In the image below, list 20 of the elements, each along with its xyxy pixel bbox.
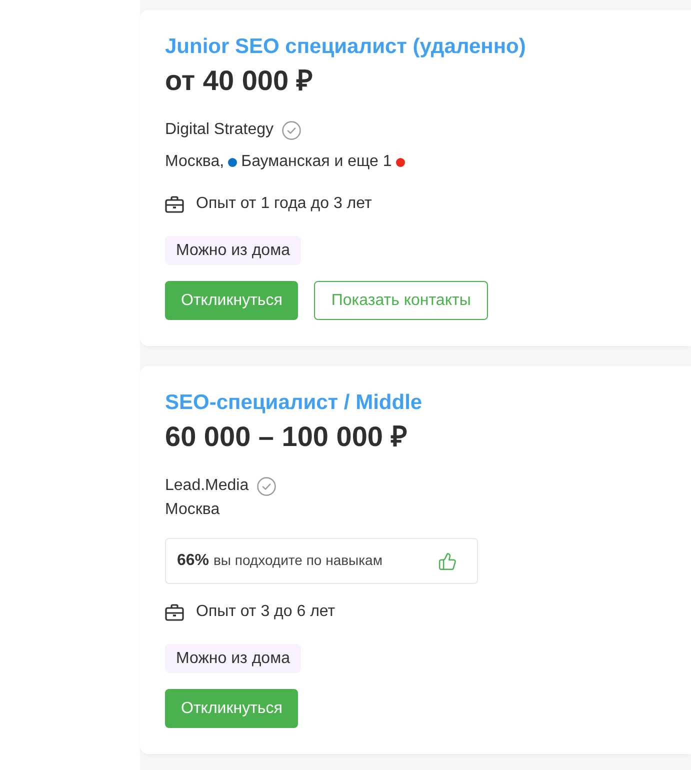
- briefcase-icon: [165, 604, 184, 620]
- salary-text: 60 000 – 100 000 ₽: [165, 420, 407, 454]
- briefcase-icon: [165, 196, 184, 212]
- location-text: Бауманская и еще 1: [241, 152, 392, 172]
- experience-text: Опыт от 3 до 6 лет: [196, 602, 336, 622]
- remote-work-tag: Можно из дома: [165, 644, 301, 673]
- company-name[interactable]: Lead.Media: [165, 474, 249, 498]
- location-text: Москва: [165, 500, 220, 520]
- remote-work-tag: Можно из дома: [165, 236, 301, 265]
- vacancy-title-link[interactable]: Junior SEO специалист (удаленно): [165, 34, 526, 60]
- respond-button[interactable]: Откликнуться: [165, 281, 298, 320]
- location-text: Москва,: [165, 152, 224, 172]
- respond-button[interactable]: Откликнуться: [165, 689, 298, 728]
- show-contacts-button[interactable]: Показать контакты: [314, 281, 488, 320]
- skill-match-text: 66% вы подходите по навыкам: [177, 551, 382, 571]
- experience-text: Опыт от 1 года до 3 лет: [196, 194, 372, 214]
- vacancy-title-link[interactable]: SEO-специалист / Middle: [165, 390, 422, 416]
- salary-text: от 40 000 ₽: [165, 64, 312, 98]
- company-name[interactable]: Digital Strategy: [165, 118, 274, 142]
- thumbs-up-icon: [438, 552, 457, 570]
